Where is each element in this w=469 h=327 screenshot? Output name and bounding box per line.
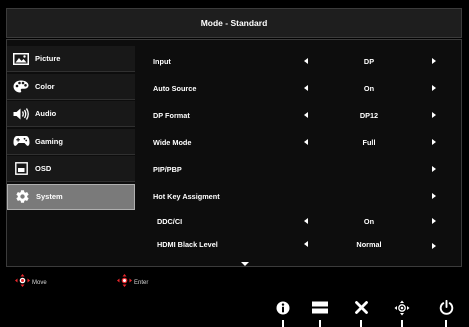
setting-row-wide-mode[interactable]: Wide Mode Full xyxy=(150,130,450,154)
navigate-button[interactable] xyxy=(392,300,412,320)
picture-icon xyxy=(7,46,35,72)
setting-row-pip-pbp[interactable]: PIP/PBP xyxy=(150,157,450,181)
hint-enter-label: Enter xyxy=(134,280,149,286)
setting-value: DP12 xyxy=(359,110,379,120)
close-icon xyxy=(354,301,368,319)
setting-label: DDC/CI xyxy=(157,216,183,226)
mode-title: Mode - Standard xyxy=(200,18,268,28)
dpad-icon xyxy=(394,300,410,321)
hardware-button-bar xyxy=(0,295,469,327)
hint-move-label: Move xyxy=(32,280,47,286)
gear-icon xyxy=(8,184,36,210)
arrow-right-icon[interactable] xyxy=(432,58,436,64)
enter-dpad-icon xyxy=(116,274,133,292)
arrow-right-icon[interactable] xyxy=(432,85,436,91)
sidebar-item-audio[interactable]: Audio xyxy=(7,101,135,128)
sidebar-item-osd[interactable]: OSD xyxy=(7,156,135,183)
gamepad-icon xyxy=(7,128,35,154)
setting-label: Wide Mode xyxy=(153,137,192,147)
sidebar-item-label: Gaming xyxy=(35,136,63,146)
monitor-osd: Mode - Standard Picture Color Audio Gami… xyxy=(0,0,469,327)
scroll-down-icon[interactable] xyxy=(241,262,249,266)
button-tick xyxy=(445,320,447,327)
close-button[interactable] xyxy=(351,300,371,320)
arrow-right-icon[interactable] xyxy=(432,218,436,224)
arrow-left-icon[interactable] xyxy=(304,218,308,224)
arrow-left-icon[interactable] xyxy=(304,241,308,247)
sidebar-item-gaming[interactable]: Gaming xyxy=(7,128,135,155)
setting-row-dp-format[interactable]: DP Format DP12 xyxy=(150,103,450,127)
sidebar-item-label: Color xyxy=(35,81,55,91)
button-tick xyxy=(360,320,362,327)
setting-label: Hot Key Assigment xyxy=(153,191,220,201)
hint-move: Move xyxy=(14,274,47,292)
menu-button[interactable] xyxy=(310,300,330,320)
sidebar-item-color[interactable]: Color xyxy=(7,73,135,100)
arrow-left-icon[interactable] xyxy=(304,85,308,91)
setting-label: Auto Source xyxy=(153,83,197,93)
osd-window-icon xyxy=(7,156,35,182)
sidebar-item-label: System xyxy=(36,192,63,202)
power-icon xyxy=(439,299,454,320)
sidebar-item-system[interactable]: System xyxy=(7,183,135,210)
sidebar-item-label: Audio xyxy=(35,109,57,119)
setting-row-auto-source[interactable]: Auto Source On xyxy=(150,76,450,100)
hint-enter: Enter xyxy=(116,274,148,292)
setting-row-hdmi-black-level[interactable]: HDMI Black Level Normal xyxy=(150,232,450,256)
setting-label: DP Format xyxy=(153,110,190,120)
arrow-right-icon[interactable] xyxy=(432,193,436,199)
setting-row-ddc-ci[interactable]: DDC/CI On xyxy=(150,209,450,233)
setting-value: DP xyxy=(363,56,375,66)
setting-row-input[interactable]: Input DP xyxy=(150,49,450,73)
button-tick xyxy=(401,320,403,327)
button-tick xyxy=(319,320,321,327)
sidebar: Picture Color Audio Gaming OSD System xyxy=(7,46,135,212)
title-bar: Mode - Standard xyxy=(6,8,462,38)
menu-icon xyxy=(312,301,328,319)
arrow-left-icon[interactable] xyxy=(304,112,308,118)
setting-value: On xyxy=(363,83,375,93)
setting-value: Normal xyxy=(356,239,382,249)
arrow-right-icon[interactable] xyxy=(432,139,436,145)
setting-label: PIP/PBP xyxy=(153,164,182,174)
info-button[interactable] xyxy=(273,300,293,320)
button-tick xyxy=(282,320,284,327)
sidebar-item-label: OSD xyxy=(35,164,52,174)
setting-value: On xyxy=(363,216,375,226)
sidebar-item-label: Picture xyxy=(35,54,61,63)
setting-row-hot-key-assigment[interactable]: Hot Key Assigment xyxy=(150,184,450,208)
info-icon xyxy=(276,301,290,320)
speaker-icon xyxy=(7,101,35,127)
power-button[interactable] xyxy=(436,299,456,320)
move-dpad-icon xyxy=(14,274,31,292)
setting-label: Input xyxy=(153,56,171,66)
arrow-right-icon[interactable] xyxy=(432,112,436,118)
setting-value: Full xyxy=(362,137,376,147)
arrow-left-icon[interactable] xyxy=(304,139,308,145)
arrow-left-icon[interactable] xyxy=(304,58,308,64)
arrow-right-icon[interactable] xyxy=(432,166,436,172)
arrow-right-icon[interactable] xyxy=(432,243,436,249)
sidebar-item-picture[interactable]: Picture xyxy=(7,46,135,72)
setting-label: HDMI Black Level xyxy=(157,239,218,249)
color-palette-icon xyxy=(7,73,35,99)
